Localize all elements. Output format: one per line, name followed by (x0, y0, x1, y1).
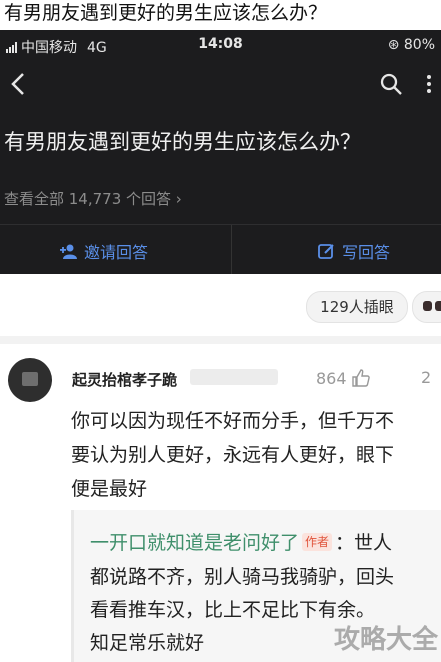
answer-text-line: 你可以因为现任不好而分手，但千万不 (71, 410, 395, 432)
write-answer-button[interactable]: 写回答 (318, 239, 390, 263)
battery-label: 80% (403, 37, 435, 53)
write-answer-label: 写回答 (342, 243, 391, 262)
emoji-eye-icon (435, 301, 441, 311)
actions-divider (231, 225, 232, 275)
search-icon[interactable] (379, 72, 403, 96)
add-user-icon (60, 244, 77, 259)
section-separator (0, 336, 441, 344)
author-badge-blurred (190, 369, 278, 385)
nav-bar (0, 60, 441, 108)
view-all-answers-link[interactable]: 查看全部 14,773 个回答 › (4, 188, 182, 209)
author-name[interactable]: 起灵抬棺孝子跪 (72, 369, 177, 390)
avatar[interactable] (8, 358, 52, 402)
like-counter[interactable]: 864 (316, 368, 371, 388)
thumbs-up-icon[interactable] (351, 368, 371, 388)
question-title[interactable]: 有男朋友遇到更好的男生应该怎么办？ (4, 126, 361, 156)
invite-answer-button[interactable]: 邀请回答 (60, 239, 148, 263)
quote-line: 一开口就知道是老问好了 作者 ：世人 (90, 528, 392, 555)
chevron-left-icon[interactable] (10, 72, 26, 96)
quote-line: 都说路不齐，别人骑马我骑驴，回头 (90, 566, 395, 588)
author-tag-badge: 作者 (302, 533, 333, 551)
like-count-next: 2 (421, 368, 432, 387)
watermark-text: 攻略大全 (334, 625, 439, 655)
answer-text-line: 要认为别人更好，永远有人更好，眼下 (71, 444, 395, 466)
quote-text: ：世人 (335, 532, 393, 554)
invite-answer-label: 邀请回答 (84, 243, 149, 262)
emoji-eye-icon (423, 301, 432, 311)
image-caption: 有男朋友遇到更好的男生应该怎么办？ (0, 0, 441, 30)
more-icon[interactable] (423, 72, 435, 96)
quote-line: 知足常乐就好 (90, 632, 205, 654)
edit-icon (318, 244, 334, 259)
question-actions: 邀请回答 写回答 (0, 224, 441, 275)
quote-highlight-link[interactable]: 一开口就知道是老问好了 (90, 532, 299, 554)
insert-eye-button[interactable]: 129人插眼 (306, 291, 408, 323)
watermark: 攻略大全 (322, 617, 440, 659)
phone-screenshot: 中国移动 4G 14:08 ⊛ 80% 有男朋友遇到更好的男生应该怎么办？ 查看全… (0, 30, 441, 275)
status-time: 14:08 (198, 36, 243, 52)
status-bar: 中国移动 4G 14:08 ⊛ 80% (0, 30, 441, 60)
rotation-lock-icon: ⊛ (387, 37, 400, 53)
emoji-pill[interactable] (412, 291, 441, 323)
answer-text-line: 便是最好 (71, 478, 148, 500)
like-count: 864 (316, 368, 347, 388)
